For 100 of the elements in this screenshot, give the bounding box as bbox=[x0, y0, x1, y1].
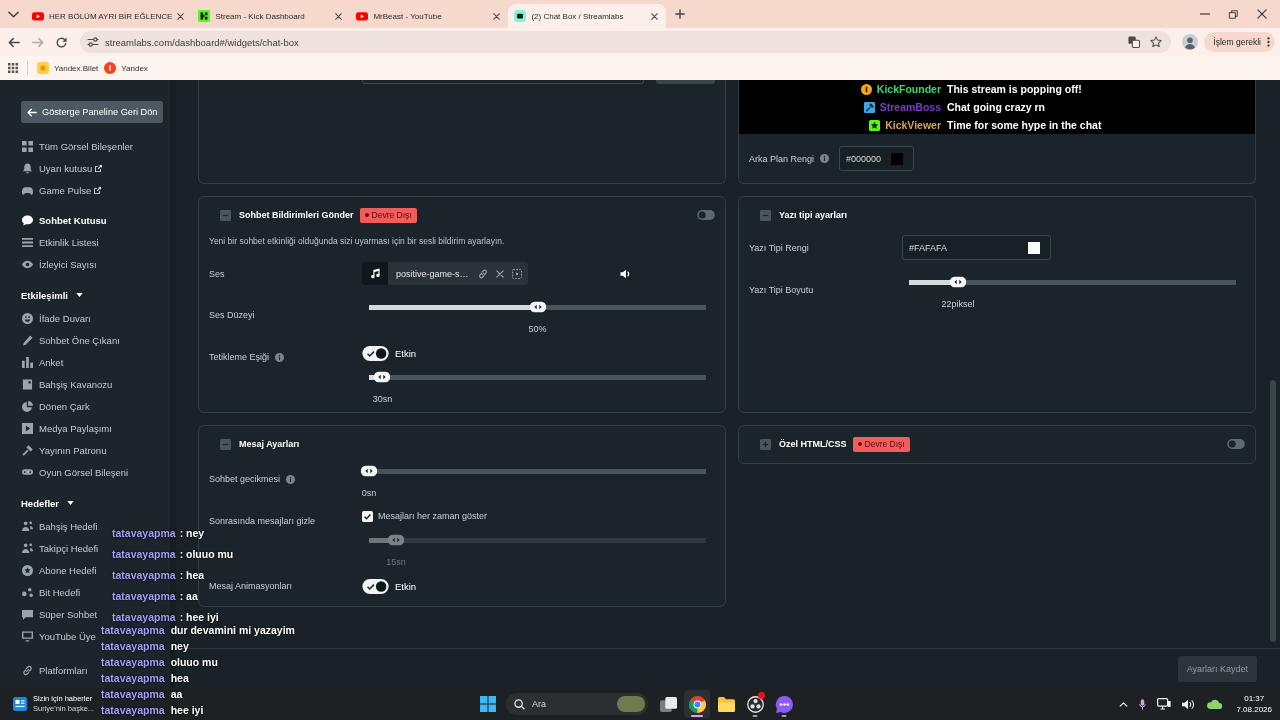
back-button[interactable]: Gösterge Paneline Geri Dön bbox=[21, 101, 163, 123]
info-icon[interactable] bbox=[286, 474, 296, 484]
sidebar-item[interactable]: Uyarı kutusu bbox=[22, 157, 103, 179]
chat-message: Chat going crazy rn bbox=[947, 100, 1045, 115]
drag-handle-icon[interactable] bbox=[511, 268, 522, 279]
chevron-up-icon[interactable] bbox=[1119, 701, 1129, 707]
sidebar-item[interactable]: YouTube Üye bbox=[22, 625, 96, 647]
browser-tab[interactable]: MrBeast - YouTube bbox=[350, 4, 509, 28]
section-header[interactable]: Hedefler bbox=[21, 491, 74, 515]
reload-icon[interactable] bbox=[56, 36, 67, 48]
star-icon[interactable] bbox=[1150, 36, 1163, 48]
field-label: Tetikleme Eşiği bbox=[209, 352, 270, 362]
close-icon[interactable] bbox=[335, 12, 343, 20]
clock-date[interactable]: 7.08.2026 bbox=[1236, 704, 1272, 715]
sidebar-item[interactable]: Abone Hedefi bbox=[22, 559, 97, 581]
cloud-icon[interactable] bbox=[1206, 699, 1223, 709]
sidebar-item[interactable]: Anket bbox=[22, 351, 64, 373]
address-bar[interactable]: streamlabs.com/dashboard#/widgets/chat-box bbox=[80, 31, 1172, 53]
browser-tab[interactable]: Stream - Kick Dashboard bbox=[192, 4, 351, 28]
volume-icon[interactable] bbox=[1182, 698, 1196, 710]
bookmark[interactable]: Yandex bbox=[104, 62, 148, 74]
info-icon[interactable] bbox=[275, 352, 285, 362]
folder-icon bbox=[717, 695, 735, 713]
arrow-left-icon bbox=[27, 107, 37, 117]
slider-value: 50% bbox=[528, 323, 547, 335]
username: KickViewer bbox=[885, 118, 941, 133]
username: StreamBoss bbox=[879, 100, 941, 115]
browser-tab[interactable]: HER BÖLÜM AYRI BİR EĞLENCE bbox=[26, 4, 193, 28]
input-field[interactable] bbox=[362, 80, 644, 84]
sidebar-item[interactable]: İzleyici Sayısı bbox=[22, 253, 97, 275]
start-icon[interactable] bbox=[480, 696, 496, 712]
sidebar-item[interactable]: Bahşiş Hedefi bbox=[22, 515, 98, 537]
monitor-icon[interactable] bbox=[1157, 698, 1172, 710]
sidebar-item[interactable]: Dönen Çark bbox=[22, 395, 90, 417]
sidebar-item[interactable]: Game Pulse bbox=[22, 179, 102, 201]
sidebar-item[interactable]: Etkinlik Listesi bbox=[22, 231, 99, 253]
sidebar-item[interactable]: Oyun Görsel Bileşeni bbox=[22, 461, 129, 483]
microphone-icon[interactable] bbox=[1139, 698, 1147, 710]
back-icon[interactable] bbox=[8, 36, 20, 48]
username: KickFounder bbox=[876, 82, 941, 97]
sidebar-item[interactable]: Sohbet Kutusu bbox=[22, 209, 107, 231]
sidebar-item[interactable]: Sohbet Öne Çıkanı bbox=[22, 329, 120, 351]
sidebar-item[interactable]: İfade Duvarı bbox=[22, 307, 91, 329]
color-field[interactable]: #000000 bbox=[839, 146, 915, 171]
section-header[interactable]: Etkileşimli bbox=[21, 283, 83, 307]
sidebar-item[interactable]: Platformları bbox=[22, 659, 88, 681]
slider-handle[interactable] bbox=[529, 301, 546, 313]
translate-icon[interactable] bbox=[1128, 36, 1141, 48]
username: tatavayapma bbox=[101, 656, 165, 668]
hammer-badge-icon bbox=[863, 101, 875, 113]
sidebar-item[interactable]: Yayının Patronu bbox=[22, 439, 107, 461]
restore-icon[interactable] bbox=[1229, 9, 1238, 19]
eye-icon bbox=[22, 258, 33, 270]
apps-grid-icon[interactable] bbox=[8, 63, 18, 73]
toggle-switch[interactable] bbox=[362, 345, 389, 361]
avatar[interactable] bbox=[1182, 34, 1199, 50]
grid-icon bbox=[22, 140, 33, 152]
sidebar-item[interactable]: Bahşiş Kavanozu bbox=[22, 373, 113, 395]
task-view-icon bbox=[659, 695, 677, 713]
search-field[interactable]: Ara bbox=[506, 693, 648, 715]
sidebar-item[interactable]: Medya Paylaşımı bbox=[22, 417, 112, 439]
sidebar-item[interactable]: Tüm Görsel Bileşenler bbox=[22, 135, 133, 157]
bookmark[interactable]: Yandex.Bilet bbox=[37, 62, 99, 74]
color-swatch[interactable] bbox=[891, 152, 904, 165]
close-icon[interactable] bbox=[651, 12, 659, 20]
slider-handle[interactable] bbox=[360, 465, 378, 477]
dots-icon bbox=[22, 586, 33, 598]
color-swatch[interactable] bbox=[1028, 241, 1040, 254]
sidebar-item[interactable]: Süper Sohbet bbox=[22, 603, 98, 625]
news-icon[interactable] bbox=[13, 697, 27, 711]
toggle-switch[interactable] bbox=[362, 578, 389, 594]
bar-chart-icon bbox=[22, 356, 33, 368]
toggle-switch[interactable] bbox=[1227, 439, 1245, 449]
close-icon[interactable] bbox=[177, 12, 185, 20]
volume-icon[interactable] bbox=[619, 268, 631, 279]
close-icon[interactable] bbox=[1257, 9, 1267, 19]
profile-button[interactable]: İşlem gerekli bbox=[1204, 32, 1275, 52]
browser-tab[interactable]: (2) Chat Box / Streamlabs bbox=[508, 4, 667, 28]
hammer-icon bbox=[22, 444, 33, 456]
status-text: Devre Dışı bbox=[371, 210, 412, 220]
link-icon[interactable] bbox=[477, 268, 488, 279]
slider-handle[interactable] bbox=[949, 276, 967, 288]
site-settings-icon[interactable] bbox=[87, 37, 99, 47]
clock-time[interactable]: 01:37 bbox=[1244, 693, 1265, 704]
dot-icon bbox=[857, 442, 862, 446]
username: tatavayapma bbox=[112, 548, 176, 560]
close-icon[interactable] bbox=[495, 269, 504, 278]
toggle-switch[interactable] bbox=[697, 210, 715, 220]
slider-handle[interactable] bbox=[373, 371, 391, 383]
monitor-icon bbox=[22, 630, 33, 642]
sidebar-item[interactable]: Takipçi Hedefi bbox=[22, 537, 99, 559]
info-icon[interactable] bbox=[820, 154, 830, 163]
color-field[interactable]: #FAFAFA bbox=[902, 235, 1051, 260]
taskbar-app[interactable] bbox=[684, 690, 710, 718]
slider-value: 15sn bbox=[386, 556, 406, 568]
sidebar-item[interactable]: Bit Hedefi bbox=[22, 581, 81, 603]
plus-icon[interactable] bbox=[675, 9, 686, 19]
close-icon[interactable] bbox=[493, 12, 501, 20]
sound-file-field[interactable]: positive-game-s… bbox=[362, 262, 528, 285]
chevron-down-icon[interactable] bbox=[8, 10, 19, 18]
